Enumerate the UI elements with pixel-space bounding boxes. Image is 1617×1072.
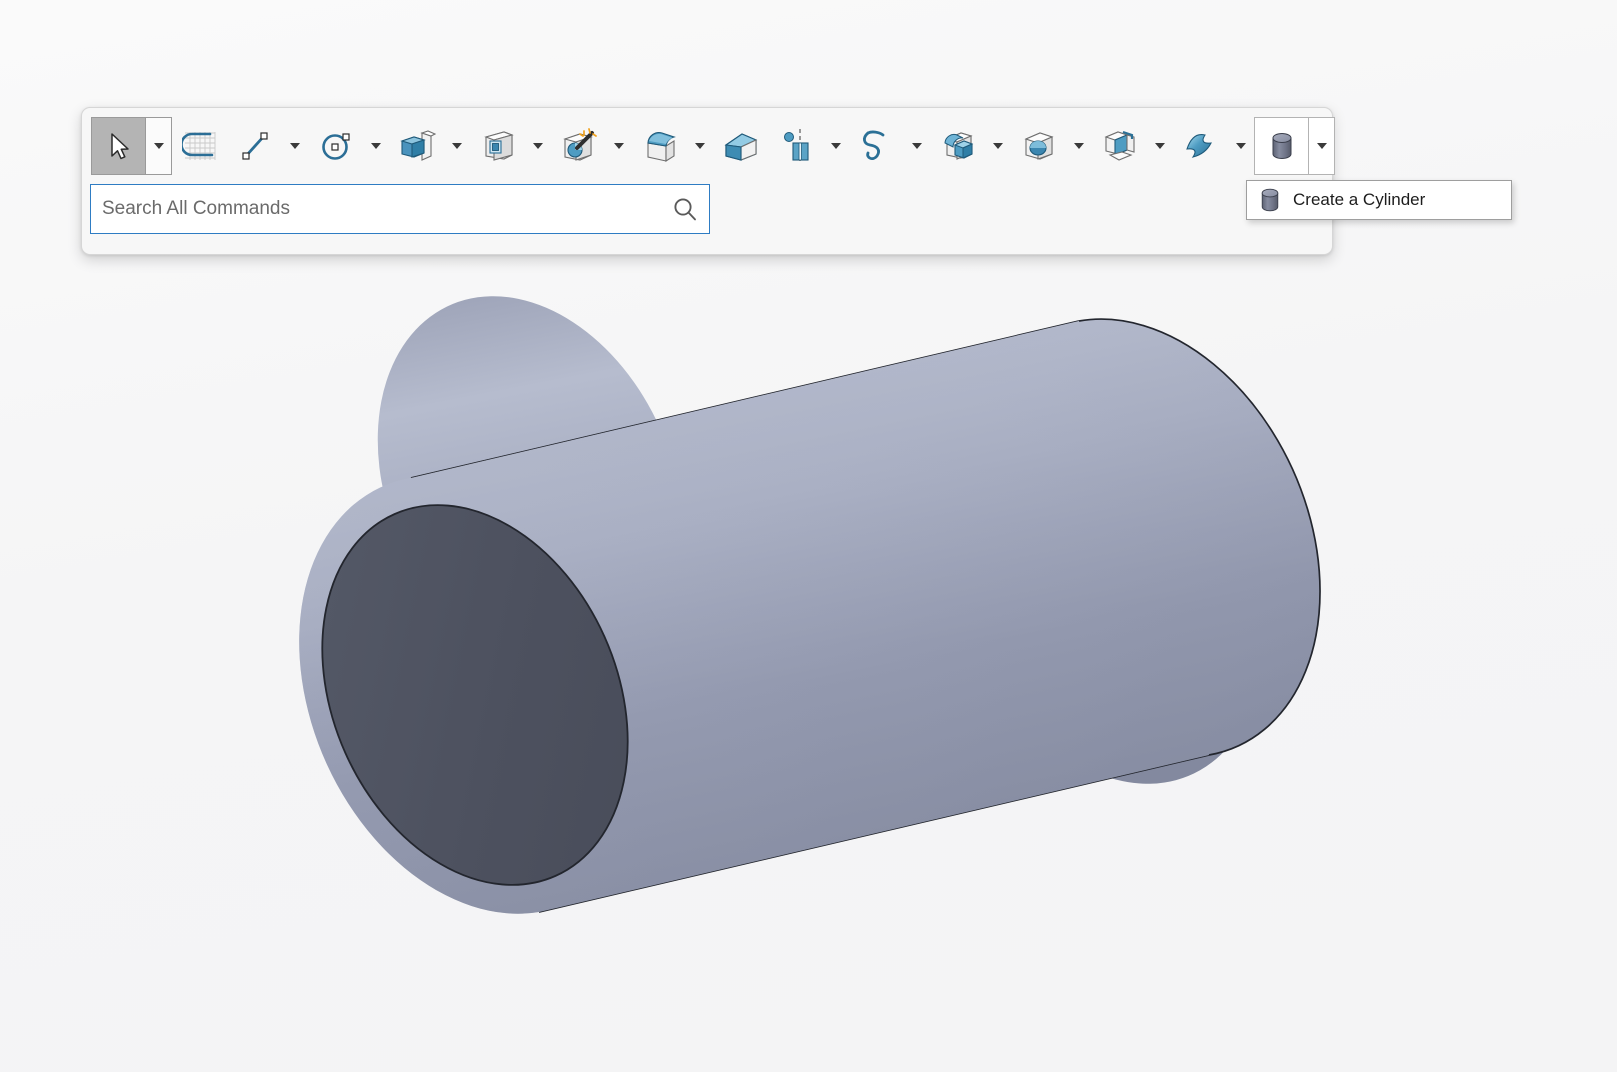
select-tool-button[interactable] bbox=[91, 117, 146, 175]
cursor-arrow-icon bbox=[110, 133, 129, 160]
fillet-edge-icon bbox=[646, 132, 676, 162]
chevron-down-icon bbox=[533, 143, 543, 149]
toolbar-group-mirror bbox=[768, 117, 849, 175]
line-tool-caret[interactable] bbox=[282, 117, 308, 175]
toolbar-group-primitive bbox=[1254, 117, 1335, 175]
spline-tool-caret[interactable] bbox=[904, 117, 930, 175]
cylinder-tool-caret[interactable] bbox=[1309, 117, 1335, 175]
cylinder-icon bbox=[1253, 185, 1287, 215]
hole-tool-caret[interactable] bbox=[1066, 117, 1092, 175]
toolbar-group-fillet bbox=[632, 117, 713, 175]
toolbar-group-freeform bbox=[1173, 117, 1254, 175]
freeform-tool-caret[interactable] bbox=[1228, 117, 1254, 175]
toolbar-group-select bbox=[91, 117, 172, 175]
toolbar-button-row bbox=[91, 117, 1335, 175]
chevron-down-icon bbox=[912, 143, 922, 149]
toolbar-group-magic-select bbox=[551, 117, 632, 175]
search-magnifier-icon[interactable] bbox=[661, 185, 709, 233]
toolbar-group-hole bbox=[1011, 117, 1092, 175]
extrude-tool-caret[interactable] bbox=[444, 117, 470, 175]
thicken-tool-caret[interactable] bbox=[525, 117, 551, 175]
shell-unfold-icon bbox=[1103, 130, 1135, 161]
chevron-down-icon bbox=[452, 143, 462, 149]
boolean-union-icon bbox=[943, 132, 973, 160]
chamfer-icon bbox=[724, 133, 757, 161]
cylinder-tooltip[interactable]: Create a Cylinder bbox=[1246, 180, 1512, 220]
sketch-tool-button[interactable] bbox=[172, 117, 227, 175]
chevron-down-icon bbox=[993, 143, 1003, 149]
shell-tool-button[interactable] bbox=[1092, 117, 1147, 175]
mirror-tool-caret[interactable] bbox=[823, 117, 849, 175]
chamfer-tool-button[interactable] bbox=[713, 117, 768, 175]
modeling-toolbar-panel[interactable] bbox=[81, 107, 1335, 255]
chevron-down-icon bbox=[1236, 143, 1246, 149]
toolbar-group-line bbox=[227, 117, 308, 175]
chevron-down-icon bbox=[614, 143, 624, 149]
chevron-down-icon bbox=[371, 143, 381, 149]
cylinder-geometry bbox=[299, 296, 1321, 914]
toolbar-group-spline bbox=[849, 117, 930, 175]
mirror-plane-icon bbox=[783, 129, 809, 163]
fillet-tool-caret[interactable] bbox=[687, 117, 713, 175]
line-icon bbox=[241, 132, 268, 160]
freeform-surface-icon bbox=[1185, 133, 1212, 158]
extrude-tool-button[interactable] bbox=[389, 117, 444, 175]
hole-cube-icon bbox=[1023, 132, 1054, 160]
toolbar-group-sketch bbox=[172, 117, 227, 175]
circle-icon bbox=[321, 133, 350, 160]
magic-select-tool-button[interactable] bbox=[551, 117, 606, 175]
magic-wand-icon bbox=[562, 128, 597, 161]
spline-tool-button[interactable] bbox=[849, 117, 904, 175]
toolbar-group-thicken bbox=[470, 117, 551, 175]
chevron-down-icon bbox=[1316, 143, 1327, 149]
mirror-tool-button[interactable] bbox=[768, 117, 823, 175]
toolbar-group-boolean bbox=[930, 117, 1011, 175]
cylinder-icon bbox=[1272, 133, 1291, 159]
chevron-down-icon bbox=[831, 143, 841, 149]
search-input[interactable] bbox=[91, 185, 661, 233]
thicken-shell-icon bbox=[483, 131, 514, 161]
select-tool-caret[interactable] bbox=[146, 117, 172, 175]
chevron-down-icon bbox=[695, 143, 705, 149]
toolbar-group-extrude bbox=[389, 117, 470, 175]
tooltip-label: Create a Cylinder bbox=[1293, 190, 1426, 209]
search-icon-glyph bbox=[674, 198, 696, 221]
circle-tool-button[interactable] bbox=[308, 117, 363, 175]
magic-select-tool-caret[interactable] bbox=[606, 117, 632, 175]
chevron-down-icon bbox=[1074, 143, 1084, 149]
sketch-grid-icon bbox=[181, 132, 215, 160]
toolbar-group-shell bbox=[1092, 117, 1173, 175]
toolbar-group-chamfer bbox=[713, 117, 768, 175]
circle-tool-caret[interactable] bbox=[363, 117, 389, 175]
boolean-tool-caret[interactable] bbox=[985, 117, 1011, 175]
chevron-down-icon bbox=[290, 143, 300, 149]
toolbar-group-circle bbox=[308, 117, 389, 175]
thicken-tool-button[interactable] bbox=[470, 117, 525, 175]
line-tool-button[interactable] bbox=[227, 117, 282, 175]
search-box[interactable] bbox=[90, 184, 710, 234]
hole-tool-button[interactable] bbox=[1011, 117, 1066, 175]
fillet-tool-button[interactable] bbox=[632, 117, 687, 175]
shell-tool-caret[interactable] bbox=[1147, 117, 1173, 175]
freeform-tool-button[interactable] bbox=[1173, 117, 1228, 175]
cylinder-tool-button[interactable] bbox=[1254, 117, 1309, 175]
spline-curve-icon bbox=[862, 130, 884, 160]
boolean-tool-button[interactable] bbox=[930, 117, 985, 175]
cylinder-icon-glyph bbox=[1261, 188, 1279, 212]
chevron-down-icon bbox=[153, 143, 164, 149]
chevron-down-icon bbox=[1155, 143, 1165, 149]
extrude-icon bbox=[399, 130, 436, 161]
